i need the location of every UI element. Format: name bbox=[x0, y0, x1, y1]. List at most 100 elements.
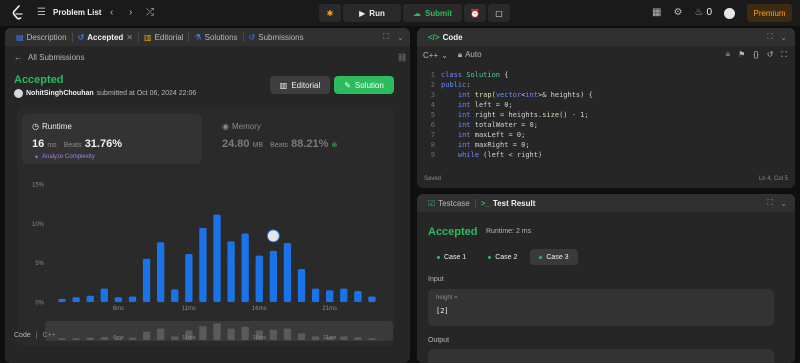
maximize-icon[interactable]: ⛶ bbox=[767, 32, 773, 42]
link-icon[interactable]: ⛓ bbox=[397, 53, 407, 62]
maximize-icon[interactable]: ⛶ bbox=[767, 198, 773, 208]
collapse-icon[interactable]: ⌄ bbox=[780, 199, 787, 208]
line-number: 7 bbox=[430, 131, 435, 139]
tab-submissions[interactable]: ↺ Submissions bbox=[244, 28, 309, 46]
grid-icon[interactable]: ▦ bbox=[652, 8, 661, 18]
case-1-tab[interactable]: Case 1 bbox=[428, 249, 475, 265]
code-line[interactable]: 1 class Solution { bbox=[417, 70, 795, 80]
input-label: Input bbox=[428, 276, 444, 283]
code-line[interactable]: 7 int maxLeft = 0; bbox=[417, 130, 795, 140]
case-2-tab[interactable]: Case 2 bbox=[479, 249, 526, 265]
chart-bar bbox=[185, 254, 193, 302]
tab-description[interactable]: ▤ Description bbox=[11, 28, 72, 46]
overview-tick-label: 21ms bbox=[323, 335, 337, 341]
chart-bar bbox=[340, 288, 348, 302]
menu-icon[interactable]: ≡ bbox=[726, 50, 731, 60]
code-line[interactable]: 4 int left = 0; bbox=[417, 100, 795, 110]
notes-button[interactable]: ▢ bbox=[488, 4, 510, 22]
param-value: [2] bbox=[436, 307, 449, 315]
chart-bar bbox=[128, 296, 137, 302]
fire-icon: ♨ bbox=[694, 7, 704, 18]
author-name[interactable]: NohitSinghChouhan bbox=[26, 90, 94, 97]
editorial-button[interactable]: ▥ Editorial bbox=[270, 76, 330, 94]
chart-bar bbox=[326, 290, 334, 302]
run-button[interactable]: ▶ Run bbox=[343, 4, 401, 22]
braces-icon[interactable]: {} bbox=[753, 50, 758, 60]
tab-code[interactable]: </> Code bbox=[423, 28, 468, 46]
overview-bar bbox=[128, 337, 137, 340]
debug-button[interactable]: ✱ bbox=[319, 4, 341, 22]
tab-test-result[interactable]: >_ Test Result bbox=[476, 194, 541, 212]
chart-bar bbox=[311, 288, 320, 302]
reset-icon[interactable]: ↺ bbox=[767, 50, 774, 60]
problem-list-link[interactable]: Problem List bbox=[53, 8, 101, 17]
line-number: 8 bbox=[430, 141, 435, 149]
save-status: Saved bbox=[424, 176, 442, 182]
solution-button[interactable]: ✎ Solution bbox=[334, 76, 394, 94]
code-line[interactable]: 5 int right = heights.size() - 1; bbox=[417, 110, 795, 120]
shuffle-icon[interactable]: ⤮ bbox=[146, 8, 154, 18]
chart-bar bbox=[354, 290, 362, 302]
timer-button[interactable]: ⏰ bbox=[464, 4, 486, 22]
result-status: Accepted bbox=[428, 226, 478, 238]
overview-bar bbox=[86, 337, 94, 340]
close-icon[interactable]: ✕ bbox=[126, 33, 133, 42]
note-icon: ▢ bbox=[495, 8, 503, 18]
overview-tick-label: 11ms bbox=[182, 335, 195, 341]
output-box[interactable] bbox=[428, 349, 774, 363]
checkbox-icon: ☑ bbox=[428, 198, 436, 208]
runtime-distribution-chart[interactable]: 15% 10% 5% 0% 6ms 11ms 16ms 21ms 6ms 11ms 16ms 21ms bbox=[17, 108, 394, 346]
tab-solutions[interactable]: ⚗ Solutions bbox=[189, 28, 242, 46]
back-to-submissions[interactable]: ← All Submissions bbox=[14, 53, 84, 62]
autosave-indicator[interactable]: 🔒︎ Auto bbox=[458, 50, 482, 60]
chart-bar bbox=[255, 255, 263, 302]
fullscreen-icon[interactable]: ⛶ bbox=[781, 50, 787, 60]
collapse-icon[interactable]: ⌄ bbox=[397, 33, 404, 42]
streak-counter[interactable]: ♨ 0 bbox=[694, 8, 712, 18]
tab-testcase[interactable]: ☑ Testcase bbox=[423, 194, 475, 212]
user-avatar[interactable] bbox=[724, 7, 735, 19]
premium-button[interactable]: Premium bbox=[747, 4, 792, 22]
language-select[interactable]: C++ ⌄ bbox=[423, 51, 448, 60]
line-number: 3 bbox=[430, 91, 435, 99]
bookmark-icon[interactable]: ⚑ bbox=[738, 50, 745, 60]
chevron-left-icon[interactable]: ‹ bbox=[110, 8, 113, 18]
code-line[interactable]: 6 int totalWater = 0; bbox=[417, 120, 795, 130]
y-tick-label: 10% bbox=[32, 222, 45, 228]
gear-icon[interactable]: ⚙ bbox=[674, 8, 683, 18]
author-avatar bbox=[14, 89, 23, 98]
cursor-position: Ln 4, Col 5 bbox=[758, 176, 788, 182]
leetcode-logo[interactable] bbox=[12, 5, 24, 21]
chart-bar bbox=[171, 289, 179, 302]
chart-bar bbox=[114, 297, 123, 302]
code-toolbar: C++ ⌄ 🔒︎ Auto ≡ ⚑ {} ↺ ⛶ bbox=[417, 46, 795, 64]
code-line[interactable]: 2 public: bbox=[417, 80, 795, 90]
run-controls: ✱ ▶ Run ☁ Submit ⏰ ▢ bbox=[319, 4, 510, 22]
tab-editorial[interactable]: ▥ Editorial bbox=[139, 28, 188, 46]
flask-icon: ⚗ bbox=[194, 32, 202, 42]
code-panel: </> Code ⛶ ⌄ C++ ⌄ 🔒︎ Auto ≡ ⚑ {} ↺ ⛶ 1 clas… bbox=[417, 28, 795, 188]
submit-button[interactable]: ☁ Submit bbox=[403, 4, 462, 22]
chart-bar bbox=[269, 250, 278, 302]
code-line[interactable]: 9 while (left < right) bbox=[417, 150, 795, 160]
doc-icon: ▤ bbox=[16, 32, 24, 42]
maximize-icon[interactable]: ⛶ bbox=[383, 32, 389, 42]
case-3-tab[interactable]: Case 3 bbox=[530, 249, 578, 265]
code-editor[interactable]: 1 class Solution {2 public: 3 int trap(vect… bbox=[417, 70, 795, 160]
history-icon: ↺ bbox=[248, 32, 256, 42]
code-text: int right = heights.size() - 1; bbox=[457, 111, 589, 119]
list-icon[interactable]: ☰ bbox=[37, 8, 46, 18]
param-name: height = bbox=[436, 295, 458, 301]
input-box[interactable]: height = [2] bbox=[428, 289, 774, 326]
overview-bar bbox=[269, 329, 278, 340]
overview-bar bbox=[142, 331, 151, 340]
y-tick-label: 0% bbox=[35, 301, 44, 307]
tab-accepted[interactable]: ↺ Accepted ✕ bbox=[73, 28, 138, 46]
collapse-icon[interactable]: ⌄ bbox=[780, 33, 787, 42]
chevron-right-icon[interactable]: › bbox=[129, 8, 132, 18]
code-line[interactable]: 3 int trap(vector<int>& heights) { bbox=[417, 90, 795, 100]
overview-bar bbox=[72, 338, 80, 340]
alarm-icon: ⏰ bbox=[470, 8, 480, 18]
overview-bar bbox=[354, 337, 362, 340]
code-line[interactable]: 8 int maxRight = 0; bbox=[417, 140, 795, 150]
